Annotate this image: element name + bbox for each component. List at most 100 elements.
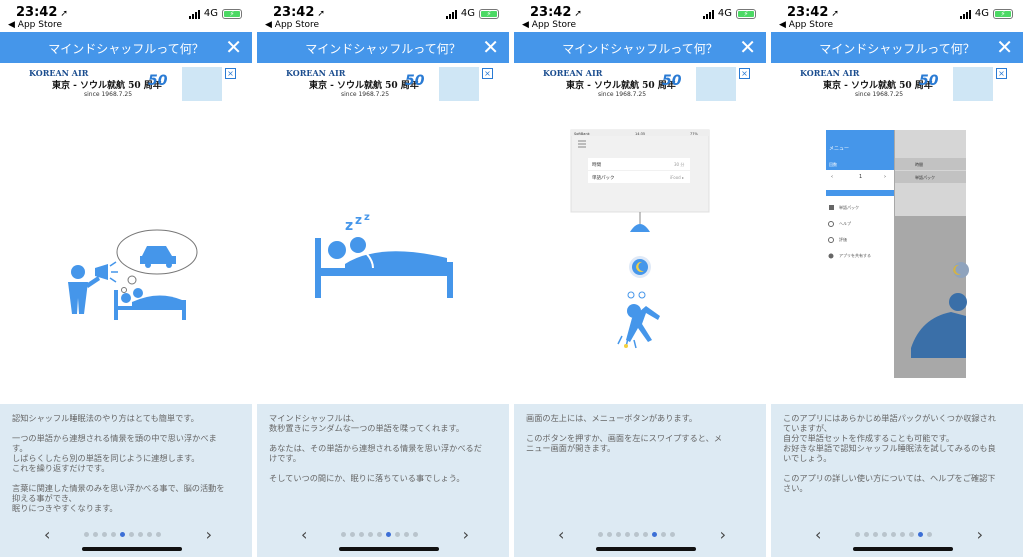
page-dot[interactable] [643,532,648,537]
pager: ‹ › [257,525,509,544]
page-dot[interactable] [909,532,914,537]
page-dot-active[interactable] [386,532,391,537]
close-button[interactable]: ✕ [482,35,499,59]
description-text: 認知シャッフル睡眠法のやり方はとても簡単です。 一つの単語から連想される情景を頭… [12,413,225,513]
page-dot[interactable] [413,532,418,537]
page-dot[interactable] [625,532,630,537]
ad-close-icon[interactable]: × [996,68,1007,79]
nav-title: マインドシャッフルって何？ [819,42,975,56]
home-indicator[interactable] [853,547,953,551]
ad-close-icon[interactable]: × [739,68,750,79]
back-to-app-store[interactable]: ◀ App Store [522,20,576,30]
next-button[interactable]: › [720,525,726,544]
ad-anniversary: 50 [919,73,939,89]
location-icon: ➚ [317,9,325,19]
prev-button[interactable]: ‹ [301,525,307,544]
nav-title: マインドシャッフルって何？ [562,42,718,56]
page-dot-active[interactable] [652,532,657,537]
close-button[interactable]: ✕ [996,35,1013,59]
signal-icon [445,9,457,19]
page-dots [598,532,675,537]
tutorial-screen-1: 23:42 ➚ ◀ App Store 4G ⚡ マインドシャッフルって何？ ✕ … [0,0,252,557]
page-dot[interactable] [598,532,603,537]
network-label: 4G [717,8,732,19]
page-dot[interactable] [350,532,355,537]
battery-icon: ⚡ [993,8,1013,19]
page-dot[interactable] [102,532,107,537]
ad-logo: KOREAN AIR [29,68,89,78]
next-button[interactable]: › [463,525,469,544]
prev-button[interactable]: ‹ [815,525,821,544]
page-dot[interactable] [616,532,621,537]
page-dot[interactable] [395,532,400,537]
prev-button[interactable]: ‹ [558,525,564,544]
page-dot[interactable] [156,532,161,537]
page-dot[interactable] [368,532,373,537]
page-dot[interactable] [607,532,612,537]
page-dot[interactable] [661,532,666,537]
page-dot[interactable] [864,532,869,537]
status-time: 23:42 ➚ [787,5,839,20]
description-text: マインドシャッフルは、 数秒置きにランダムな一つの単語を喋ってくれます。 あなた… [269,413,482,483]
mock-menu-title: メニュー [829,146,849,152]
signal-icon [702,9,714,19]
mock-menu-item: 単語パック [839,204,859,210]
page-dot[interactable] [359,532,364,537]
page-dot[interactable] [404,532,409,537]
page-dot-active[interactable] [120,532,125,537]
ad-banner[interactable]: KOREAN AIR 東京 - ソウル就航 50 周年 since 1968.7… [538,67,752,101]
page-dot[interactable] [634,532,639,537]
page-dot[interactable] [129,532,134,537]
page-dot[interactable] [891,532,896,537]
home-indicator[interactable] [339,547,439,551]
back-to-app-store[interactable]: ◀ App Store [779,20,833,30]
page-dot[interactable] [147,532,152,537]
battery-icon: ⚡ [736,8,756,19]
home-indicator[interactable] [596,547,696,551]
mock-row2-label: 単語パック [915,174,935,180]
ad-banner[interactable]: KOREAN AIR 東京 - ソウル就航 50 周年 since 1968.7… [24,67,238,101]
network-label: 4G [460,8,475,19]
ad-photo [182,67,222,101]
page-dot[interactable] [873,532,878,537]
back-to-app-store[interactable]: ◀ App Store [8,20,62,30]
page-dot[interactable] [138,532,143,537]
ad-photo [439,67,479,101]
page-dot-active[interactable] [918,532,923,537]
ad-since: since 1968.7.25 [341,91,390,98]
close-button[interactable]: ✕ [739,35,756,59]
page-dot[interactable] [93,532,98,537]
ad-since: since 1968.7.25 [855,91,904,98]
page-dot[interactable] [341,532,346,537]
page-dot[interactable] [882,532,887,537]
page-dot[interactable] [84,532,89,537]
ad-close-icon[interactable]: × [225,68,236,79]
ad-photo [953,67,993,101]
ad-anniversary: 50 [405,73,425,89]
page-dots [855,532,932,537]
tutorial-screen-4: 23:42 ➚ ◀ App Store 4G ⚡ マインドシャッフルって何？ ✕ … [771,0,1023,557]
status-bar: 23:42 ➚ ◀ App Store 4G ⚡ [0,0,252,32]
next-button[interactable]: › [206,525,212,544]
home-indicator[interactable] [82,547,182,551]
status-bar: 23:42 ➚ ◀ App Store 4G ⚡ [257,0,509,32]
ad-photo [696,67,736,101]
back-to-app-store[interactable]: ◀ App Store [265,20,319,30]
mock-row1-value: 30 分 [674,161,684,167]
ad-close-icon[interactable]: × [482,68,493,79]
next-button[interactable]: › [977,525,983,544]
description-panel: マインドシャッフルは、 数秒置きにランダムな一つの単語を喋ってくれます。 あなた… [257,404,509,557]
page-dot[interactable] [111,532,116,537]
ad-banner[interactable]: KOREAN AIR 東京 - ソウル就航 50 周年 since 1968.7… [281,67,495,101]
page-dot[interactable] [900,532,905,537]
tutorial-screen-3: 23:42 ➚ ◀ App Store 4G ⚡ マインドシャッフルって何？ ✕ … [514,0,766,557]
mock-menu-item: アプリを共有する [839,252,871,258]
ad-banner[interactable]: KOREAN AIR 東京 - ソウル就航 50 周年 since 1968.7… [795,67,1009,101]
close-button[interactable]: ✕ [225,35,242,59]
page-dot[interactable] [927,532,932,537]
page-dot[interactable] [377,532,382,537]
description-text: 画面の左上には、メニューボタンがあります。 このボタンを押すか、画面を左にスワイ… [526,413,723,453]
page-dot[interactable] [670,532,675,537]
prev-button[interactable]: ‹ [44,525,50,544]
page-dot[interactable] [855,532,860,537]
